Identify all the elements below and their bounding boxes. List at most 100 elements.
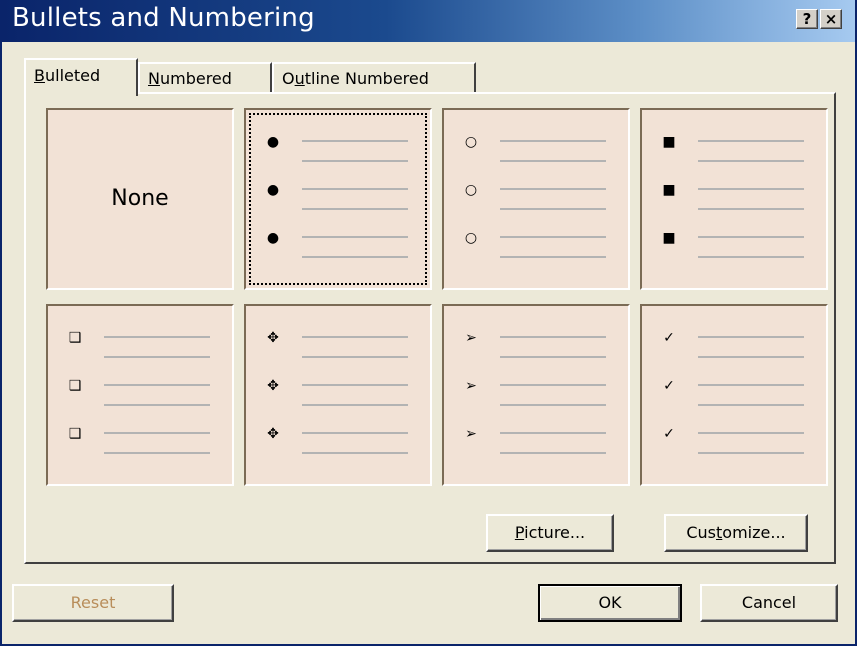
preview-row: ❑	[48, 376, 232, 416]
preview-line	[500, 236, 606, 238]
preview-line	[302, 452, 408, 454]
preview-line	[698, 208, 804, 210]
preview-row: ■	[642, 180, 826, 220]
preview-line	[104, 452, 210, 454]
preview-row: ➢	[444, 328, 628, 368]
checkmark-bullet-icon: ✓	[663, 330, 675, 346]
preview-line	[698, 384, 804, 386]
four-diamond-bullet-icon: ✥	[267, 330, 279, 346]
picture-button[interactable]: Picture...	[486, 514, 614, 552]
preview-row: ●	[246, 180, 430, 220]
checkbox-bullet-icon: ❑	[68, 378, 82, 394]
filled-circle-bullet-icon: ●	[266, 230, 280, 246]
preview-line	[698, 356, 804, 358]
preview-line	[500, 384, 606, 386]
preview-line	[302, 188, 408, 190]
bullet-style-none[interactable]: None	[46, 108, 234, 290]
four-diamond-bullet-icon: ✥	[267, 378, 279, 394]
preview-line	[698, 432, 804, 434]
preview-line	[698, 452, 804, 454]
preview-row: ✥	[246, 424, 430, 464]
arrowhead-bullet-icon: ➢	[465, 426, 477, 442]
tab-outline-numbered-label: Outline Numbered	[282, 69, 429, 88]
ok-button[interactable]: OK	[538, 584, 682, 622]
preview-row: ●	[246, 228, 430, 268]
checkbox-bullet-icon: ❑	[68, 426, 82, 442]
preview-line	[302, 384, 408, 386]
preview-line	[302, 336, 408, 338]
preview-line	[302, 160, 408, 162]
preview-row: ○	[444, 180, 628, 220]
checkmark-bullet-icon: ✓	[663, 378, 675, 394]
preview-line	[698, 160, 804, 162]
help-button[interactable]: ?	[796, 9, 818, 29]
bullet-style-arrowhead-bullet[interactable]: ➢ ➢ ➢	[442, 304, 630, 486]
checkmark-bullet-icon: ✓	[663, 426, 675, 442]
preview-row: ✥	[246, 376, 430, 416]
bulleted-tab-panel: None ● ● ● ○ ○ ○ ■ ■ ■ ❑ ❑ ❑ ✥ ✥ ✥ ➢ ➢ ➢ ✓ ✓ ✓ Picture... Cus…	[24, 92, 836, 564]
preview-row: ✓	[642, 328, 826, 368]
reset-button[interactable]: Reset	[12, 584, 174, 622]
preview-line	[500, 452, 606, 454]
preview-row: ○	[444, 228, 628, 268]
tab-bulleted-label: Bulleted	[34, 66, 101, 85]
filled-circle-bullet-icon: ●	[266, 134, 280, 150]
preview-line	[302, 404, 408, 406]
preview-line	[104, 384, 210, 386]
preview-row: ■	[642, 228, 826, 268]
preview-line	[698, 336, 804, 338]
preview-line	[302, 140, 408, 142]
preview-row: ❑	[48, 328, 232, 368]
preview-line	[302, 432, 408, 434]
cancel-button[interactable]: Cancel	[700, 584, 838, 622]
filled-circle-bullet-icon: ●	[266, 182, 280, 198]
preview-line	[500, 188, 606, 190]
tab-outline-numbered[interactable]: Outline Numbered	[272, 62, 476, 92]
bullets-and-numbering-dialog: Bullets and Numbering ? × Bulleted Numbe…	[0, 0, 857, 646]
square-bullet-icon: ■	[662, 182, 676, 198]
preview-line	[500, 356, 606, 358]
hollow-circle-bullet-icon: ○	[464, 230, 478, 246]
bullet-style-filled-circle-bullet[interactable]: ● ● ●	[244, 108, 432, 290]
preview-line	[698, 188, 804, 190]
preview-line	[500, 208, 606, 210]
preview-line	[104, 336, 210, 338]
preview-line	[698, 140, 804, 142]
title-bar[interactable]: Bullets and Numbering ? ×	[2, 0, 855, 42]
preview-line	[698, 404, 804, 406]
none-label: None	[111, 186, 169, 211]
preview-row: ●	[246, 132, 430, 172]
bullet-style-square-bullet[interactable]: ■ ■ ■	[640, 108, 828, 290]
preview-line	[500, 336, 606, 338]
close-button[interactable]: ×	[820, 9, 842, 29]
preview-row: ✓	[642, 424, 826, 464]
tab-bulleted[interactable]: Bulleted	[24, 58, 138, 96]
preview-line	[500, 160, 606, 162]
dialog-title: Bullets and Numbering	[12, 3, 315, 33]
bullet-style-checkbox-bullet[interactable]: ❑ ❑ ❑	[46, 304, 234, 486]
arrowhead-bullet-icon: ➢	[465, 330, 477, 346]
preview-line	[500, 140, 606, 142]
bullet-style-hollow-circle-bullet[interactable]: ○ ○ ○	[442, 108, 630, 290]
hollow-circle-bullet-icon: ○	[464, 182, 478, 198]
preview-line	[698, 256, 804, 258]
preview-line	[500, 404, 606, 406]
preview-row: ➢	[444, 424, 628, 464]
bullet-style-four-diamond-bullet[interactable]: ✥ ✥ ✥	[244, 304, 432, 486]
preview-line	[302, 256, 408, 258]
tab-numbered-label: Numbered	[148, 69, 232, 88]
preview-line	[302, 356, 408, 358]
preview-row: ○	[444, 132, 628, 172]
tab-numbered[interactable]: Numbered	[138, 62, 272, 92]
preview-line	[302, 236, 408, 238]
preview-row: ✥	[246, 328, 430, 368]
preview-row: ✓	[642, 376, 826, 416]
four-diamond-bullet-icon: ✥	[267, 426, 279, 442]
customize-button[interactable]: Customize...	[664, 514, 808, 552]
preview-line	[698, 236, 804, 238]
preview-row: ➢	[444, 376, 628, 416]
bullet-style-checkmark-bullet[interactable]: ✓ ✓ ✓	[640, 304, 828, 486]
preview-line	[104, 356, 210, 358]
preview-line	[500, 256, 606, 258]
preview-line	[302, 208, 408, 210]
